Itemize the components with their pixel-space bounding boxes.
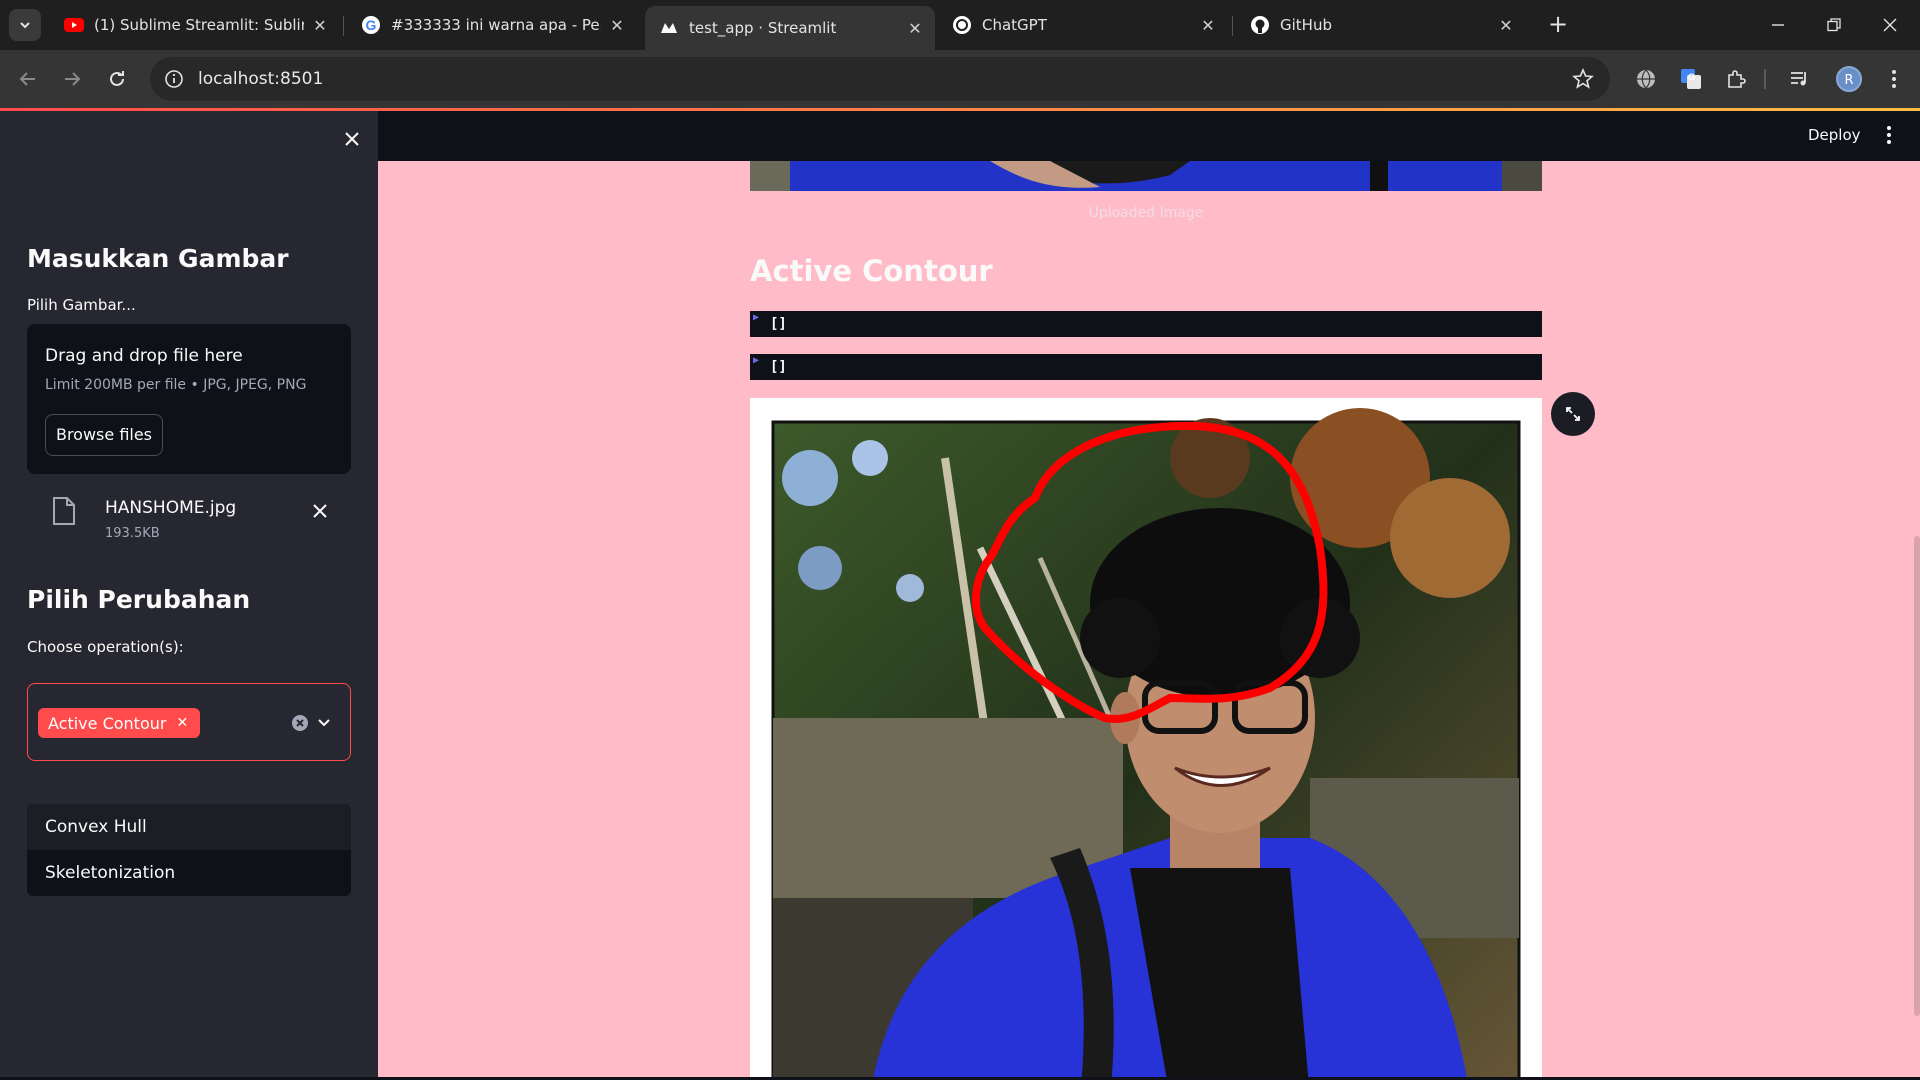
uploaded-file-item: HANSHOME.jpg 193.5KB bbox=[27, 486, 351, 546]
json-value: [] bbox=[770, 316, 787, 332]
restore-button[interactable] bbox=[1806, 0, 1862, 50]
json-output-2[interactable]: ▶ [] bbox=[750, 354, 1542, 380]
github-icon bbox=[1250, 15, 1270, 35]
restore-icon bbox=[1827, 18, 1841, 32]
toolbar-separator bbox=[1764, 69, 1766, 89]
reload-button[interactable] bbox=[101, 63, 133, 95]
fullscreen-expand-button[interactable] bbox=[1551, 392, 1595, 436]
forward-button[interactable] bbox=[56, 63, 88, 95]
media-controls-icon[interactable] bbox=[1786, 65, 1814, 93]
tab-title: GitHub bbox=[1280, 16, 1332, 34]
file-name: HANSHOME.jpg bbox=[105, 498, 237, 518]
upload-label: Pilih Gambar... bbox=[27, 296, 136, 314]
tab-title: ChatGPT bbox=[982, 16, 1047, 34]
sidebar: Masukkan Gambar Pilih Gambar... Drag and… bbox=[0, 111, 378, 1080]
close-window-button[interactable] bbox=[1862, 0, 1918, 50]
browser-toolbar: localhost:8501 G R bbox=[0, 50, 1920, 108]
main-menu-kebab-icon[interactable] bbox=[1886, 125, 1892, 145]
minimize-button[interactable] bbox=[1750, 0, 1806, 50]
new-tab-button[interactable]: + bbox=[1543, 10, 1573, 40]
chevron-down-icon[interactable] bbox=[316, 714, 332, 730]
uploaded-image bbox=[750, 161, 1542, 191]
delete-file-icon[interactable] bbox=[313, 504, 327, 518]
svg-text:G: G bbox=[1688, 72, 1695, 82]
tab-title: #333333 ini warna apa - Penelu bbox=[391, 16, 601, 34]
file-icon bbox=[53, 497, 75, 525]
operations-label: Choose operation(s): bbox=[27, 638, 184, 656]
svg-text:G: G bbox=[366, 17, 377, 33]
close-icon bbox=[1883, 18, 1897, 32]
browser-menu-kebab-icon[interactable] bbox=[1880, 65, 1908, 93]
tab-github[interactable]: GitHub ✕ bbox=[1236, 6, 1526, 44]
deploy-button[interactable]: Deploy bbox=[1808, 126, 1861, 144]
operations-dropdown-menu: Convex Hull Skeletonization bbox=[27, 804, 351, 896]
profile-avatar[interactable]: R bbox=[1836, 66, 1862, 92]
tab-google[interactable]: G #333333 ini warna apa - Penelu ✕ bbox=[347, 6, 637, 44]
address-bar[interactable]: localhost:8501 bbox=[150, 57, 1610, 101]
section-title-active-contour: Active Contour bbox=[750, 254, 993, 288]
sidebar-close-button[interactable] bbox=[340, 127, 364, 151]
upload-header: Masukkan Gambar bbox=[27, 244, 289, 273]
active-contour-figure bbox=[750, 398, 1542, 1080]
arrow-left-icon bbox=[19, 72, 35, 86]
tab-close-icon[interactable]: ✕ bbox=[905, 19, 925, 38]
expand-icon bbox=[1566, 407, 1580, 421]
expand-arrow-icon[interactable]: ▶ bbox=[753, 355, 759, 366]
tab-title: test_app · Streamlit bbox=[689, 19, 837, 37]
main-content: Deploy Uploaded Image Active Contour ▶ [… bbox=[378, 111, 1920, 1080]
tab-title: (1) Sublime Streamlit: Sublime T bbox=[94, 16, 304, 34]
chatgpt-icon bbox=[952, 15, 972, 35]
minimize-icon bbox=[1772, 24, 1784, 26]
clear-selection-icon[interactable] bbox=[291, 714, 309, 732]
dropzone-title: Drag and drop file here bbox=[45, 346, 243, 366]
bookmark-star-icon[interactable] bbox=[1572, 68, 1594, 90]
tab-search-button[interactable] bbox=[9, 9, 41, 41]
expand-arrow-icon[interactable]: ▶ bbox=[753, 312, 759, 323]
url-text[interactable]: localhost:8501 bbox=[198, 69, 323, 89]
chevron-down-icon bbox=[20, 22, 30, 29]
back-button[interactable] bbox=[12, 63, 44, 95]
selected-chip-active-contour[interactable]: Active Contour ✕ bbox=[38, 708, 201, 738]
app-header: Deploy bbox=[378, 111, 1920, 161]
close-icon bbox=[345, 132, 359, 146]
browser-tab-bar: (1) Sublime Streamlit: Sublime T ✕ G #33… bbox=[0, 0, 1920, 50]
extensions-puzzle-icon[interactable] bbox=[1722, 65, 1750, 93]
tab-separator bbox=[343, 16, 344, 36]
main-scrollbar[interactable] bbox=[1914, 536, 1920, 1016]
tab-close-icon[interactable]: ✕ bbox=[607, 16, 627, 35]
tab-separator bbox=[1232, 16, 1233, 36]
streamlit-icon bbox=[659, 18, 679, 38]
menu-option-convex-hull[interactable]: Convex Hull bbox=[27, 804, 351, 850]
tab-streamlit-active[interactable]: test_app · Streamlit ✕ bbox=[645, 6, 935, 50]
file-size: 193.5KB bbox=[105, 526, 160, 541]
reload-icon bbox=[110, 71, 124, 86]
chip-label: Active Contour bbox=[48, 713, 167, 733]
dropzone-limit: Limit 200MB per file • JPG, JPEG, PNG bbox=[45, 377, 307, 393]
youtube-icon bbox=[64, 15, 84, 35]
google-icon: G bbox=[361, 15, 381, 35]
tab-close-icon[interactable]: ✕ bbox=[1198, 16, 1218, 35]
json-output-1[interactable]: ▶ [] bbox=[750, 311, 1542, 337]
tab-close-icon[interactable]: ✕ bbox=[1496, 16, 1516, 35]
browse-files-button[interactable]: Browse files bbox=[45, 414, 163, 456]
contour-plot-image bbox=[771, 408, 1521, 1080]
tab-chatgpt[interactable]: ChatGPT ✕ bbox=[938, 6, 1228, 44]
google-translate-icon[interactable]: G bbox=[1677, 65, 1705, 93]
json-value: [] bbox=[770, 359, 787, 375]
file-dropzone[interactable]: Drag and drop file here Limit 200MB per … bbox=[27, 324, 351, 474]
site-info-icon[interactable] bbox=[164, 69, 184, 89]
menu-option-skeletonization[interactable]: Skeletonization bbox=[27, 850, 351, 896]
image-caption: Uploaded Image bbox=[1088, 205, 1204, 221]
arrow-right-icon bbox=[65, 72, 81, 86]
translate-globe-icon[interactable] bbox=[1632, 65, 1660, 93]
chip-remove-icon[interactable]: ✕ bbox=[176, 715, 188, 731]
tab-youtube[interactable]: (1) Sublime Streamlit: Sublime T ✕ bbox=[50, 6, 340, 44]
operations-header: Pilih Perubahan bbox=[27, 585, 251, 614]
operations-multiselect[interactable]: Active Contour ✕ bbox=[27, 683, 351, 761]
tab-close-icon[interactable]: ✕ bbox=[310, 16, 330, 35]
